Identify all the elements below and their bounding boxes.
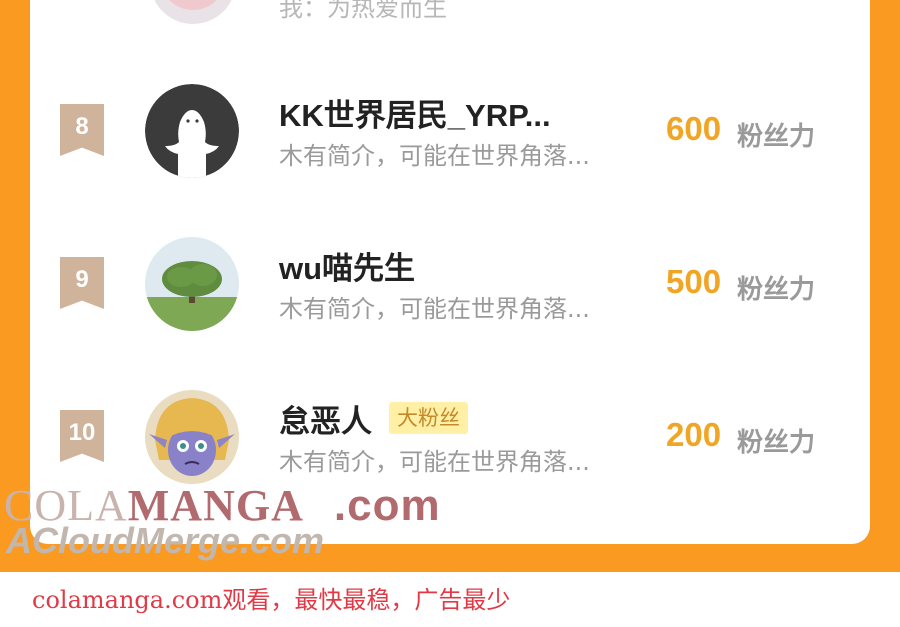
tree-avatar[interactable] xyxy=(145,237,239,331)
elf-avatar[interactable] xyxy=(145,390,239,484)
rank-badge: 8 xyxy=(60,104,104,156)
big-fan-badge: 大粉丝 xyxy=(389,402,468,434)
user-bio: 木有简介，可能在世界角落... xyxy=(279,295,590,323)
list-item[interactable]: 8 KK世界居民_YRP... 木有简介，可能在世界角落... 600 粉丝力 xyxy=(0,84,900,194)
user-bio: 木有简介，可能在世界角落... xyxy=(279,142,590,170)
fan-score-unit: 粉丝力 xyxy=(737,122,816,152)
user-name[interactable]: wu喵先生 xyxy=(279,243,415,288)
fan-score: 600 xyxy=(666,110,722,147)
ghost-avatar[interactable] xyxy=(145,84,239,178)
fan-score: 200 xyxy=(666,416,722,453)
rank-badge: 9 xyxy=(60,257,104,309)
fan-score: 500 xyxy=(666,263,722,300)
footer-notice: colamanga.com观看，最快最稳，广告最少 xyxy=(32,586,511,614)
user-name[interactable]: 怠恶人 xyxy=(279,396,372,441)
rank-badge: 10 xyxy=(60,410,104,462)
user-bio: 木有简介，可能在世界角落... xyxy=(279,448,590,476)
watermark-acloudmerge: ACloudMerge.com xyxy=(6,520,325,561)
list-item[interactable]: 9 wu喵先生 木有简介，可能在世界角落... 500 粉丝力 xyxy=(0,237,900,347)
fan-score-unit: 粉丝力 xyxy=(737,275,816,305)
user-name[interactable]: KK世界居民_YRP... xyxy=(279,90,551,135)
fan-score-unit: 粉丝力 xyxy=(737,428,816,458)
partial-bio: 我：为热爱而生 xyxy=(279,0,447,22)
